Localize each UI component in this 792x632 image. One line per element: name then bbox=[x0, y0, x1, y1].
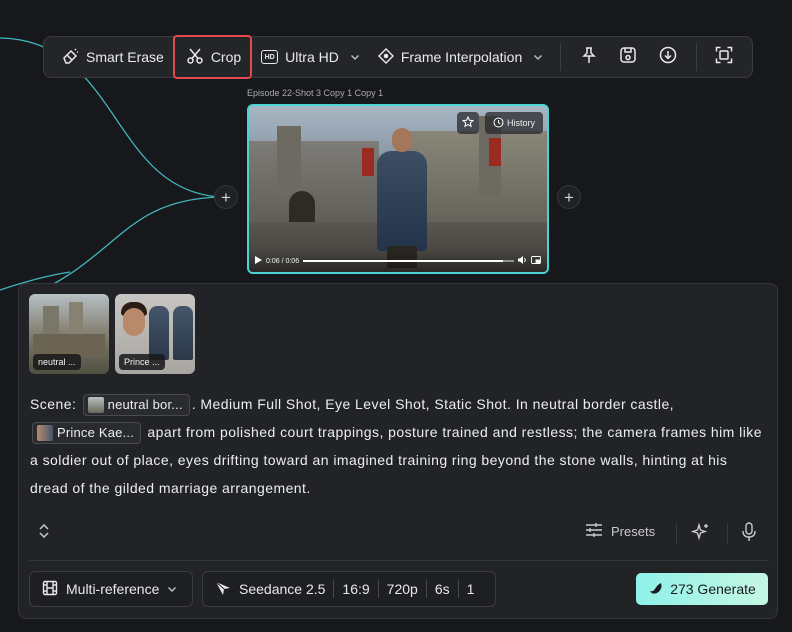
pin-button[interactable] bbox=[569, 41, 608, 73]
pin-icon bbox=[581, 46, 597, 69]
character-figure bbox=[149, 306, 169, 360]
chevron-down-icon bbox=[167, 581, 177, 597]
scissors-icon bbox=[186, 47, 204, 68]
reference-chip-scene[interactable]: neutral bor... bbox=[82, 394, 190, 417]
sliders-icon bbox=[585, 522, 603, 541]
video-scrubber[interactable] bbox=[303, 260, 514, 262]
crop-button[interactable]: Crop bbox=[172, 35, 253, 79]
toolbar-divider bbox=[695, 43, 697, 71]
frame-interpolation-dropdown[interactable]: Frame Interpolation bbox=[369, 41, 552, 73]
chevron-down-icon bbox=[533, 49, 543, 65]
tool-divider bbox=[676, 524, 677, 544]
favorite-button[interactable] bbox=[457, 112, 479, 134]
fullscreen-button[interactable] bbox=[705, 41, 744, 73]
toolbar-divider bbox=[560, 43, 562, 71]
settings-divider bbox=[457, 580, 459, 598]
history-icon bbox=[493, 117, 504, 130]
add-input-node-button[interactable]: + bbox=[214, 185, 238, 209]
diamond-icon bbox=[377, 47, 394, 67]
settings-divider bbox=[377, 580, 379, 598]
knight-head bbox=[392, 128, 412, 152]
history-button[interactable]: History bbox=[485, 112, 543, 134]
hd-icon: HD bbox=[261, 50, 279, 64]
chip-label: Prince Kae... bbox=[57, 425, 135, 441]
knight-figure bbox=[377, 151, 427, 251]
reference-thumbnail-scene[interactable]: neutral ... bbox=[29, 294, 109, 374]
prompt-tools-row: Presets bbox=[19, 518, 777, 548]
plus-icon: + bbox=[221, 187, 231, 207]
character-face bbox=[123, 308, 145, 336]
video-node-title: Episode 22-Shot 3 Copy 1 Copy 1 bbox=[247, 88, 384, 98]
film-icon bbox=[42, 580, 58, 599]
prompt-text[interactable]: Scene: neutral bor... . Medium Full Shot… bbox=[30, 390, 768, 502]
generate-button[interactable]: 273 Generate bbox=[636, 573, 768, 605]
mode-label: Multi-reference bbox=[66, 581, 160, 597]
duration-label: 6s bbox=[434, 581, 450, 597]
presets-label: Presets bbox=[611, 524, 656, 539]
tool-divider bbox=[727, 524, 728, 544]
save-icon bbox=[619, 46, 637, 69]
count-label: 1 bbox=[466, 581, 475, 597]
scene-label: Scene: bbox=[30, 396, 77, 412]
download-icon bbox=[659, 46, 677, 69]
ultra-hd-dropdown[interactable]: HD Ultra HD bbox=[252, 41, 369, 73]
volume-icon[interactable] bbox=[518, 256, 527, 266]
chip-label: neutral bor... bbox=[107, 397, 183, 413]
banner bbox=[489, 138, 501, 166]
add-output-node-button[interactable]: + bbox=[557, 185, 581, 209]
ultra-hd-label: Ultra HD bbox=[285, 49, 339, 65]
settings-divider bbox=[333, 580, 335, 598]
video-controls: 0:06 / 0:06 bbox=[249, 250, 547, 272]
chip-thumbnail bbox=[87, 397, 104, 414]
character-figure bbox=[173, 306, 193, 360]
presets-button[interactable]: Presets bbox=[585, 522, 655, 541]
focus-frame-icon bbox=[715, 46, 733, 69]
chevron-down-icon bbox=[350, 49, 360, 65]
microphone-icon[interactable] bbox=[741, 522, 757, 547]
eraser-icon bbox=[61, 47, 79, 68]
reference-thumbnail-character[interactable]: Prince ... bbox=[115, 294, 195, 374]
video-progress-fill bbox=[303, 260, 504, 262]
crop-label: Crop bbox=[210, 49, 242, 65]
history-label: History bbox=[506, 118, 535, 128]
play-icon[interactable] bbox=[255, 256, 262, 266]
generation-settings-button[interactable]: Seedance 2.5 16:9 720p 6s 1 bbox=[202, 571, 496, 607]
video-player[interactable]: History 0:06 / 0:06 bbox=[247, 104, 549, 274]
picture-in-picture-icon[interactable] bbox=[531, 256, 541, 266]
reference-label: Prince ... bbox=[119, 354, 165, 370]
expand-collapse-icon[interactable] bbox=[37, 522, 51, 545]
reference-label: neutral ... bbox=[33, 354, 81, 370]
ai-sparkle-icon[interactable] bbox=[690, 522, 711, 547]
settings-divider bbox=[425, 580, 427, 598]
mode-dropdown[interactable]: Multi-reference bbox=[29, 571, 193, 607]
aspect-ratio-label: 16:9 bbox=[342, 581, 370, 597]
generate-label: 273 Generate bbox=[670, 581, 756, 597]
resolution-label: 720p bbox=[386, 581, 418, 597]
prompt-text-segment: . Medium Full Shot, Eye Level Shot, Stat… bbox=[191, 396, 675, 412]
video-time: 0:06 / 0:06 bbox=[266, 257, 300, 265]
panel-divider bbox=[29, 560, 769, 561]
credits-icon bbox=[648, 580, 664, 599]
chip-thumbnail bbox=[37, 425, 53, 442]
banner bbox=[362, 148, 374, 176]
castle-tower bbox=[277, 126, 301, 196]
plus-icon: + bbox=[564, 187, 574, 207]
star-icon bbox=[461, 115, 475, 130]
reference-chip-character[interactable]: Prince Kae... bbox=[32, 422, 142, 445]
smart-erase-button[interactable]: Smart Erase bbox=[52, 41, 173, 73]
save-frame-button[interactable] bbox=[609, 41, 648, 73]
frame-interpolation-label: Frame Interpolation bbox=[400, 49, 523, 65]
model-label: Seedance 2.5 bbox=[239, 581, 326, 597]
smart-erase-label: Smart Erase bbox=[86, 49, 164, 65]
seedance-logo-icon bbox=[215, 580, 231, 599]
prompt-panel: neutral ... Prince ... Scene: neutral bo… bbox=[18, 283, 778, 619]
download-button[interactable] bbox=[648, 41, 687, 73]
video-toolbar: Smart Erase Crop HD Ultra HD Frame Inter… bbox=[43, 35, 753, 79]
